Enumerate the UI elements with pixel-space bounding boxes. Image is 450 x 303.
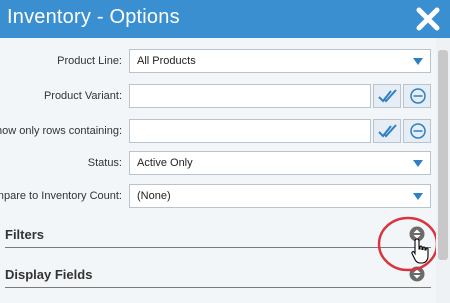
show-only-rows-label: Show only rows containing: <box>0 125 122 137</box>
show-only-rows-row: Show only rows containing: <box>0 119 436 145</box>
status-label: Status: <box>87 157 122 169</box>
product-variant-clear-button[interactable] <box>403 84 431 108</box>
status-select[interactable]: Active Only <box>129 151 431 175</box>
status-value: Active Only <box>137 157 193 169</box>
minus-circle-icon <box>410 123 426 139</box>
show-only-rows-select-all-button[interactable] <box>373 119 401 143</box>
compare-inventory-label: Compare to Inventory Count: <box>0 190 122 202</box>
product-variant-input[interactable] <box>129 84 371 108</box>
product-line-label: Product Line: <box>57 55 122 67</box>
close-icon <box>416 7 440 31</box>
section-divider <box>5 247 431 248</box>
chevron-down-icon <box>413 58 423 65</box>
compare-inventory-value: (None) <box>137 190 171 202</box>
compare-inventory-select[interactable]: (None) <box>129 184 431 208</box>
filters-section-header[interactable]: Filters <box>5 223 431 249</box>
product-variant-label: Product Variant: <box>43 90 122 102</box>
product-line-row: Product Line: All Products <box>0 49 436 75</box>
compare-inventory-row: Compare to Inventory Count: (None) <box>0 184 436 210</box>
status-row: Status: Active Only <box>0 151 436 177</box>
vertical-scrollbar[interactable] <box>436 38 450 303</box>
chevron-down-icon <box>413 193 423 200</box>
minus-circle-icon <box>410 88 426 104</box>
product-variant-row: Product Variant: <box>0 84 436 110</box>
product-line-select[interactable]: All Products <box>129 49 431 73</box>
hand-cursor-icon <box>411 238 429 264</box>
show-only-rows-input[interactable] <box>129 119 371 143</box>
product-variant-select-all-button[interactable] <box>373 84 401 108</box>
double-check-icon <box>378 89 397 103</box>
display-fields-section-title: Display Fields <box>5 267 93 282</box>
show-only-rows-clear-button[interactable] <box>403 119 431 143</box>
section-divider <box>5 287 431 288</box>
double-check-icon <box>378 124 397 138</box>
options-form: Product Line: All Products Product Varia… <box>0 38 436 303</box>
dialog-title: Inventory - Options <box>7 6 180 28</box>
display-fields-section-header[interactable]: Display Fields <box>5 263 431 289</box>
product-line-value: All Products <box>137 55 196 67</box>
dialog-titlebar: Inventory - Options <box>0 0 450 38</box>
close-button[interactable] <box>414 5 442 33</box>
filters-section-title: Filters <box>5 227 45 242</box>
scrollbar-thumb[interactable] <box>438 50 448 260</box>
chevron-down-icon <box>413 160 423 167</box>
